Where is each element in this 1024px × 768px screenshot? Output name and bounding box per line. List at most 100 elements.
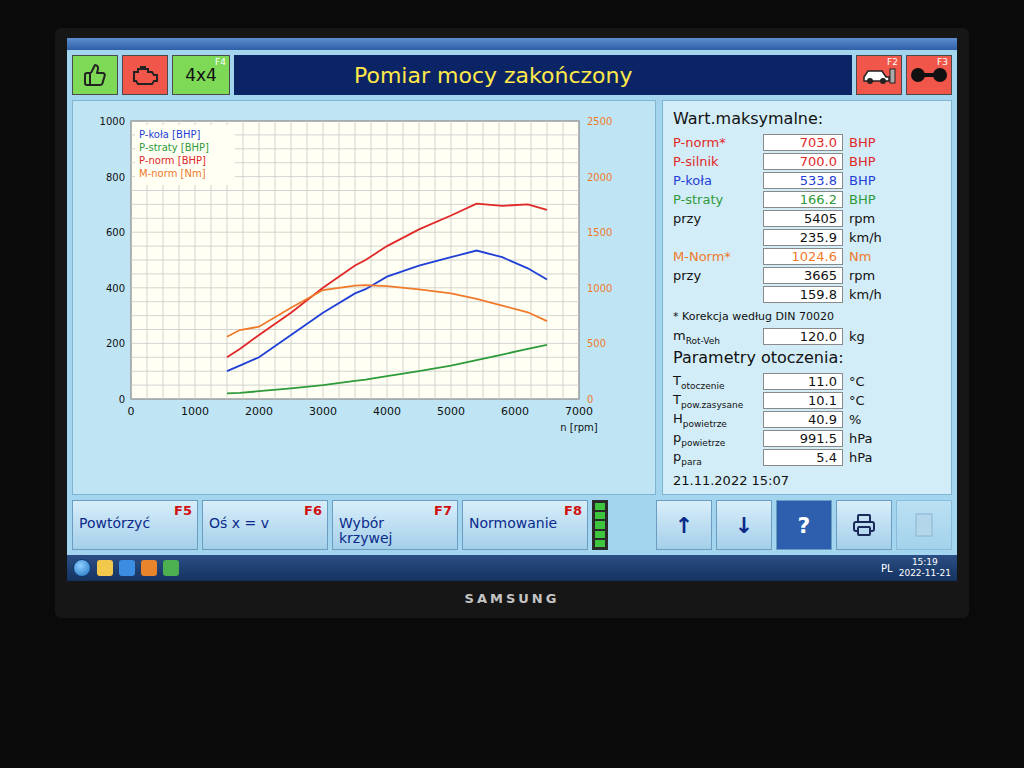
value-field: 3665 (763, 267, 843, 284)
x-tick: 4000 (373, 405, 401, 418)
legend-box (135, 125, 235, 185)
unit: °C (849, 374, 941, 389)
tool-button[interactable]: F3 (906, 55, 952, 95)
row-label: P-koła (673, 173, 757, 188)
value-field: 40.9 (763, 411, 843, 428)
y2-tick: 500 (587, 338, 606, 349)
y2-tick: 0 (587, 394, 593, 405)
y-tick: 200 (106, 338, 125, 349)
grid-line (131, 232, 579, 233)
dyno-chart: P-koła [BHP]P-straty [BHP]P-norm [BHP]M-… (79, 109, 649, 439)
grid-line (131, 357, 579, 358)
x-tick: 2000 (245, 405, 273, 418)
section-title: Parametry otoczenia: (673, 348, 941, 367)
unit: BHP (849, 135, 941, 150)
folder-icon[interactable] (97, 560, 113, 576)
function-button[interactable]: Oś x = vF6 (202, 500, 328, 550)
value-row: mRot-Veh120.0kg (673, 327, 941, 346)
key-label: F6 (304, 503, 322, 518)
unit: rpm (849, 211, 941, 226)
unit: km/h (849, 230, 941, 245)
y-tick: 600 (106, 227, 125, 238)
grid-line (131, 121, 579, 122)
toolbar: 4x4F4Pomiar mocy zakończonyF2F3 (67, 50, 957, 100)
key-label: F5 (174, 503, 192, 518)
value-field: 235.9 (763, 229, 843, 246)
window-title: Pomiar mocy zakończony (234, 55, 852, 95)
thumbs-up-icon (83, 63, 107, 87)
indicator-bar (595, 521, 605, 528)
printer-icon (852, 513, 876, 537)
media-icon[interactable] (141, 560, 157, 576)
tool-button[interactable] (72, 55, 118, 95)
language-indicator[interactable]: PL (881, 563, 893, 574)
start-button[interactable] (73, 559, 91, 577)
value-field: 703.0 (763, 134, 843, 151)
wheels-icon (910, 64, 948, 86)
value-row: przy 3665 rpm (673, 266, 941, 285)
unit: rpm (849, 268, 941, 283)
exit-button[interactable] (896, 500, 952, 550)
indicator-bar (595, 512, 605, 519)
clock[interactable]: 15:192022-11-21 (899, 557, 951, 579)
tool-button[interactable] (122, 55, 168, 95)
grid-line (131, 287, 579, 288)
indicator-bar (595, 531, 605, 538)
results-panel: Wart.maksymalne:P-norm*703.0BHPP-silnik7… (662, 100, 952, 495)
engine-icon (130, 64, 160, 86)
row-label: ppowietrze (673, 430, 757, 448)
section-title: Wart.maksymalne: (673, 109, 941, 128)
help-button[interactable]: ? (776, 500, 832, 550)
print-button[interactable] (836, 500, 892, 550)
function-button[interactable]: Wybór krzywejF7 (332, 500, 458, 550)
value-row: Hpowietrze40.9% (673, 410, 941, 429)
key-label: F8 (564, 503, 582, 518)
grid-line (131, 399, 579, 400)
row-label: Tpow.zasysane (673, 392, 757, 410)
key-label: F7 (434, 503, 452, 518)
value-row: Tpow.zasysane10.1°C (673, 391, 941, 410)
x-tick: 1000 (181, 405, 209, 418)
tool-button[interactable]: F2 (856, 55, 902, 95)
down-button[interactable]: ↓ (716, 500, 772, 550)
row-label: P-norm* (673, 135, 757, 150)
unit: BHP (849, 154, 941, 169)
unit: hPa (849, 431, 941, 446)
y2-tick: 2500 (587, 116, 612, 127)
grid-line (131, 246, 579, 247)
unit: BHP (849, 173, 941, 188)
row-label: przy (673, 268, 757, 283)
chart-panel: P-koła [BHP]P-straty [BHP]P-norm [BHP]M-… (72, 100, 656, 495)
row-label: mRot-Veh (673, 328, 757, 346)
grid-line (131, 329, 579, 330)
app-icon[interactable] (163, 560, 179, 576)
row-label: M-Norm* (673, 249, 757, 264)
value-row: 235.9 km/h (673, 228, 941, 247)
function-button[interactable]: NormowanieF8 (462, 500, 588, 550)
value-field: 166.2 (763, 191, 843, 208)
y-tick: 0 (119, 394, 125, 405)
legend-item: P-norm [BHP] (139, 155, 206, 166)
grid-line (131, 190, 579, 191)
row-label: Hpowietrze (673, 411, 757, 429)
exit-door-icon (914, 512, 934, 538)
value-row: P-koła533.8BHP (673, 171, 941, 190)
legend-item: P-straty [BHP] (139, 142, 209, 153)
up-button[interactable]: ↑ (656, 500, 712, 550)
tool-button[interactable]: 4x4F4 (172, 55, 230, 95)
unit: km/h (849, 287, 941, 302)
function-button[interactable]: PowtórzyćF5 (72, 500, 198, 550)
browser-icon[interactable] (119, 560, 135, 576)
value-row: ppowietrze991.5hPa (673, 429, 941, 448)
grid-line (131, 385, 579, 386)
value-field: 120.0 (763, 328, 843, 345)
value-row: P-silnik700.0BHP (673, 152, 941, 171)
timestamp: 21.11.2022 15:07 (673, 467, 941, 488)
value-row: Totoczenie11.0°C (673, 372, 941, 391)
y2-tick: 2000 (587, 172, 612, 183)
taskbar: PL 15:192022-11-21 (67, 555, 957, 581)
page: 4x4F4Pomiar mocy zakończonyF2F3P-koła [B… (0, 0, 1024, 768)
row-label: P-straty (673, 192, 757, 207)
series-line (227, 204, 547, 358)
grid-line (131, 260, 579, 261)
